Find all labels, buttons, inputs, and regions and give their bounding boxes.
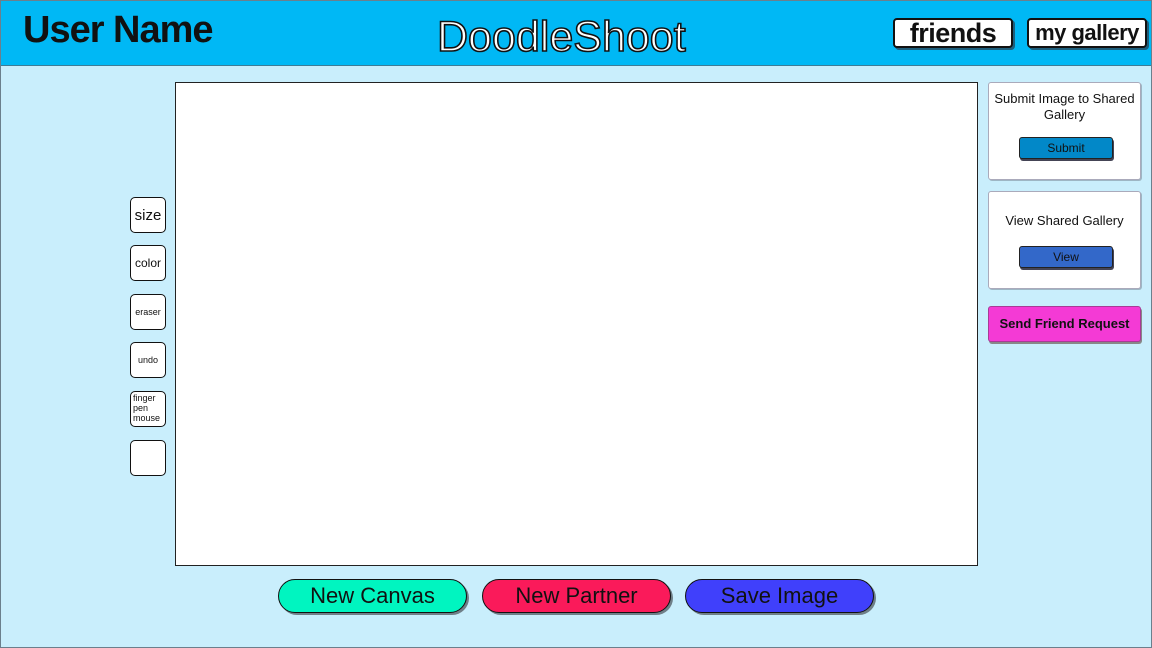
- tool-blank-button[interactable]: [130, 440, 166, 476]
- submit-button[interactable]: Submit: [1019, 137, 1113, 159]
- header-bar: User Name DoodleShoot friends my gallery: [1, 1, 1151, 66]
- tool-undo-button[interactable]: undo: [130, 342, 166, 378]
- user-name[interactable]: User Name: [23, 9, 214, 52]
- save-image-button[interactable]: Save Image: [685, 579, 874, 613]
- view-button[interactable]: View: [1019, 246, 1113, 268]
- send-friend-request-button[interactable]: Send Friend Request: [988, 306, 1141, 342]
- tool-eraser-button[interactable]: eraser: [130, 294, 166, 330]
- drawing-canvas[interactable]: [175, 82, 978, 566]
- tool-size-button[interactable]: size: [130, 197, 166, 233]
- submit-panel-text: Submit Image to Shared Gallery: [994, 91, 1135, 122]
- view-panel-text: View Shared Gallery: [1005, 213, 1124, 228]
- new-canvas-button[interactable]: New Canvas: [278, 579, 467, 613]
- my-gallery-button[interactable]: my gallery: [1027, 18, 1147, 48]
- tool-input-mode-button[interactable]: finger pen mouse: [130, 391, 166, 427]
- app-title: DoodleShoot: [436, 12, 686, 62]
- view-gallery-panel: View Shared Gallery View: [988, 191, 1141, 289]
- friends-button[interactable]: friends: [893, 18, 1013, 48]
- tool-color-button[interactable]: color: [130, 245, 166, 281]
- new-partner-button[interactable]: New Partner: [482, 579, 671, 613]
- submit-panel: Submit Image to Shared Gallery Submit: [988, 82, 1141, 180]
